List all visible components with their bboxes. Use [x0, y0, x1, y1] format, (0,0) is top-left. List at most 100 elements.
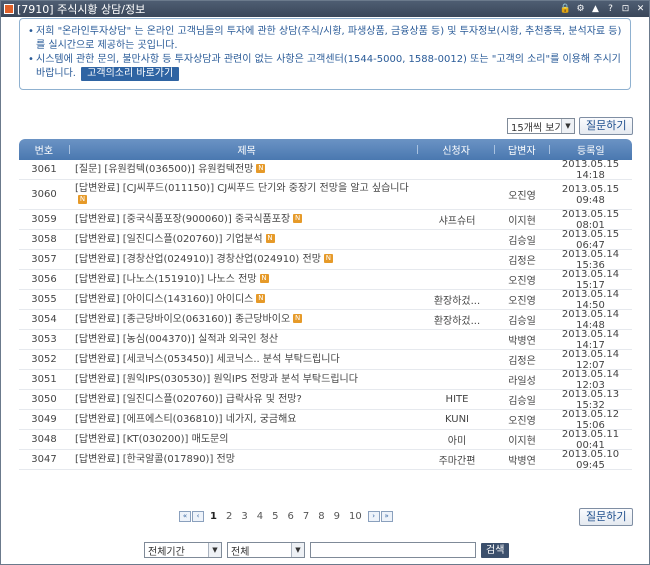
row-answerer-text: 박병연	[508, 336, 536, 347]
row-answerer-text: 김정은	[508, 356, 536, 367]
first-page-button[interactable]: «	[179, 511, 191, 522]
ask-button-bottom[interactable]: 질문하기	[579, 508, 634, 526]
row-title-text: [답변완료] [중국식품포장(900060)] 중국식품포장	[75, 213, 291, 225]
period-select[interactable]: 전체기간 ▼	[144, 542, 222, 558]
row-title[interactable]: [답변완료] [CJ씨푸드(011150)] CJ씨푸드 단기와 중장기 전망을…	[69, 183, 419, 207]
row-answerer-text: 이지현	[508, 436, 536, 447]
table-row[interactable]: 3056 [답변완료] [나노스(151910)] 나노스 전망 N 오진영 2013.…	[19, 269, 632, 291]
row-title[interactable]: [질문] [유원컴텍(036500)] 유원컴텍전망 N	[69, 164, 419, 176]
title-bar: [7910] 주식시황 상담/정보 🔒 ⚙ ▲ ? ⊡ ✕	[1, 1, 649, 17]
row-title[interactable]: [답변완료] [일진디스플(020760)] 기업분석 N	[69, 234, 419, 246]
help-icon[interactable]: ?	[604, 3, 617, 16]
search-input[interactable]	[310, 542, 476, 558]
row-number-text: 3047	[31, 454, 57, 465]
row-answerer: 김승일	[495, 312, 549, 327]
table-row[interactable]: 3061 [질문] [유원컴텍(036500)] 유원컴텍전망 N 2013.05.1…	[19, 159, 632, 181]
row-title-text: [질문] [유원컴텍(036500)] 유원컴텍전망	[75, 163, 254, 175]
page-link[interactable]: 7	[303, 511, 309, 522]
customer-voice-button[interactable]: 고객의소리 바로가기	[81, 67, 180, 81]
row-number: 3047	[19, 454, 69, 465]
row-title[interactable]: [답변완료] [일진디스플(020760)] 급락사유 및 전망?	[69, 394, 419, 406]
row-date: 2013.05.10 09:45	[549, 449, 632, 471]
row-number: 3059	[19, 214, 69, 225]
table-row[interactable]: 3052 [답변완료] [세코닉스(053450)] 세코닉스.. 분석 부탁드립…	[19, 349, 632, 371]
row-date: 2013.05.14 14:48	[549, 309, 632, 331]
row-date-text: 2013.05.14 12:03	[561, 368, 620, 391]
page-link[interactable]: 4	[257, 511, 263, 522]
page-link[interactable]: 5	[272, 511, 278, 522]
row-number-text: 3059	[31, 214, 57, 225]
row-title[interactable]: [답변완료] [농심(004370)] 실적과 외국인 청산	[69, 334, 419, 346]
page-link[interactable]: 1	[210, 511, 217, 522]
row-requester-text: HITE	[445, 394, 469, 405]
table-row[interactable]: 3051 [답변완료] [원익IPS(030530)] 원익IPS 전망과 분석 …	[19, 368, 632, 391]
row-title[interactable]: [답변완료] [경창산업(024910)] 경창산업(024910) 전망 N	[69, 254, 419, 266]
row-title[interactable]: [답변완료] [중국식품포장(900060)] 중국식품포장 N	[69, 214, 419, 226]
row-answerer: 오진영	[495, 272, 549, 287]
row-title-text: [답변완료] [일진디스플(020760)] 기업분석	[75, 233, 263, 245]
page-link[interactable]: 8	[318, 511, 324, 522]
row-number: 3056	[19, 274, 69, 285]
page-numbers: 1 2 3 4 5 6 7 8 9 10	[210, 511, 362, 522]
row-answerer-text: 라일성	[508, 376, 536, 387]
row-title-text: [답변완료] [원익IPS(030530)] 원익IPS 전망과 분석 부탁드립…	[75, 373, 358, 385]
search-button[interactable]: 검색	[481, 542, 510, 558]
table-row[interactable]: 3048 [답변완료] [KT(030200)] 매도문의 아미 이지현 2013.05…	[19, 429, 632, 451]
table-row[interactable]: 3050 [답변완료] [일진디스플(020760)] 급락사유 및 전망? HIT…	[19, 389, 632, 411]
last-page-button[interactable]: »	[380, 511, 393, 522]
table-row[interactable]: 3049 [답변완료] [에프에스티(036810)] 네가지, 궁금해요 KUNI…	[19, 409, 632, 431]
list-toolbar: 15개씩 보기 ▼	[507, 118, 575, 134]
row-requester-text: 주마간편	[438, 456, 476, 467]
table-row[interactable]: 3057 [답변완료] [경창산업(024910)] 경창산업(024910) 전…	[19, 249, 632, 271]
table-row[interactable]: 3060 [답변완료] [CJ씨푸드(011150)] CJ씨푸드 단기와 중장기…	[19, 180, 632, 210]
table-row[interactable]: 3054 [답변완료] [종근당바이오(063160)] 종근당바이오 N 환장하겄.…	[19, 309, 632, 331]
row-requester: 주마간편	[419, 452, 495, 467]
page-size-select[interactable]: 15개씩 보기 ▼	[507, 118, 575, 134]
close-icon[interactable]: ✕	[634, 3, 647, 16]
table-row[interactable]: 3059 [답변완료] [중국식품포장(900060)] 중국식품포장 N 샤프슈터 이…	[19, 209, 632, 231]
row-title[interactable]: [답변완료] [나노스(151910)] 나노스 전망 N	[69, 274, 419, 286]
next-page-button[interactable]: ›	[367, 511, 380, 522]
table-row[interactable]: 3055 [답변완료] [아이디스(143160)] 아이디스 N 환장하겄... 오진…	[19, 289, 632, 311]
settings-icon[interactable]: ⚙	[574, 3, 587, 16]
row-number: 3055	[19, 294, 69, 305]
table-row[interactable]: 3053 [답변완료] [농심(004370)] 실적과 외국인 청산 박병연 201…	[19, 329, 632, 351]
row-number-text: 3048	[31, 434, 57, 445]
page-link[interactable]: 2	[226, 511, 232, 522]
row-title[interactable]: [답변완료] [세코닉스(053450)] 세코닉스.. 분석 부탁드립니다	[69, 354, 419, 366]
row-number-text: 3051	[31, 374, 57, 385]
row-answerer-text: 김정은	[508, 256, 536, 267]
row-answerer-text: 오진영	[508, 191, 536, 202]
row-title[interactable]: [답변완료] [에프에스티(036810)] 네가지, 궁금해요	[69, 414, 419, 426]
lock-icon[interactable]: 🔒	[559, 3, 572, 16]
prev-page-button[interactable]: ‹	[192, 511, 204, 522]
row-title[interactable]: [답변완료] [KT(030200)] 매도문의	[69, 434, 419, 446]
restore-icon[interactable]: ⊡	[619, 3, 632, 16]
field-value: 전체	[231, 546, 250, 558]
field-select[interactable]: 전체 ▼	[227, 542, 305, 558]
row-title-text: [답변완료] [나노스(151910)] 나노스 전망	[75, 273, 257, 285]
row-title[interactable]: [답변완료] [원익IPS(030530)] 원익IPS 전망과 분석 부탁드립…	[69, 374, 419, 386]
row-answerer-text: 오진영	[508, 416, 536, 427]
row-title[interactable]: [답변완료] [종근당바이오(063160)] 종근당바이오 N	[69, 314, 419, 326]
row-title[interactable]: [답변완료] [아이디스(143160)] 아이디스 N	[69, 294, 419, 306]
table-row[interactable]: 3047 [답변완료] [한국알콜(017890)] 전망 주마간편 박병연 2013.…	[19, 449, 632, 471]
row-answerer-text: 이지현	[508, 216, 536, 227]
page-link[interactable]: 10	[349, 511, 362, 522]
ask-button-top[interactable]: 질문하기	[579, 117, 634, 135]
new-badge-icon: N	[78, 195, 87, 204]
page-link[interactable]: 9	[334, 511, 340, 522]
row-number: 3052	[19, 354, 69, 365]
new-badge-icon: N	[293, 314, 303, 323]
row-answerer-text: 김승일	[508, 396, 536, 407]
table-body: 3061 [질문] [유원컴텍(036500)] 유원컴텍전망 N 2013.05.1…	[19, 159, 632, 471]
pin-icon[interactable]: ▲	[589, 3, 602, 16]
page-link[interactable]: 6	[287, 511, 293, 522]
row-date-text: 2013.05.14 14:48	[561, 308, 620, 331]
row-title[interactable]: [답변완료] [한국알콜(017890)] 전망	[69, 454, 419, 466]
row-requester-text: 샤프슈터	[438, 216, 476, 227]
notice-box: 저희 "온라인투자상담" 는 온라인 고객님들의 투자에 관한 상담(주식/시황…	[19, 18, 631, 90]
page-link[interactable]: 3	[241, 511, 247, 522]
table-row[interactable]: 3058 [답변완료] [일진디스플(020760)] 기업분석 N 김승일 2013.…	[19, 229, 632, 251]
row-date: 2013.05.13 15:32	[549, 389, 632, 411]
